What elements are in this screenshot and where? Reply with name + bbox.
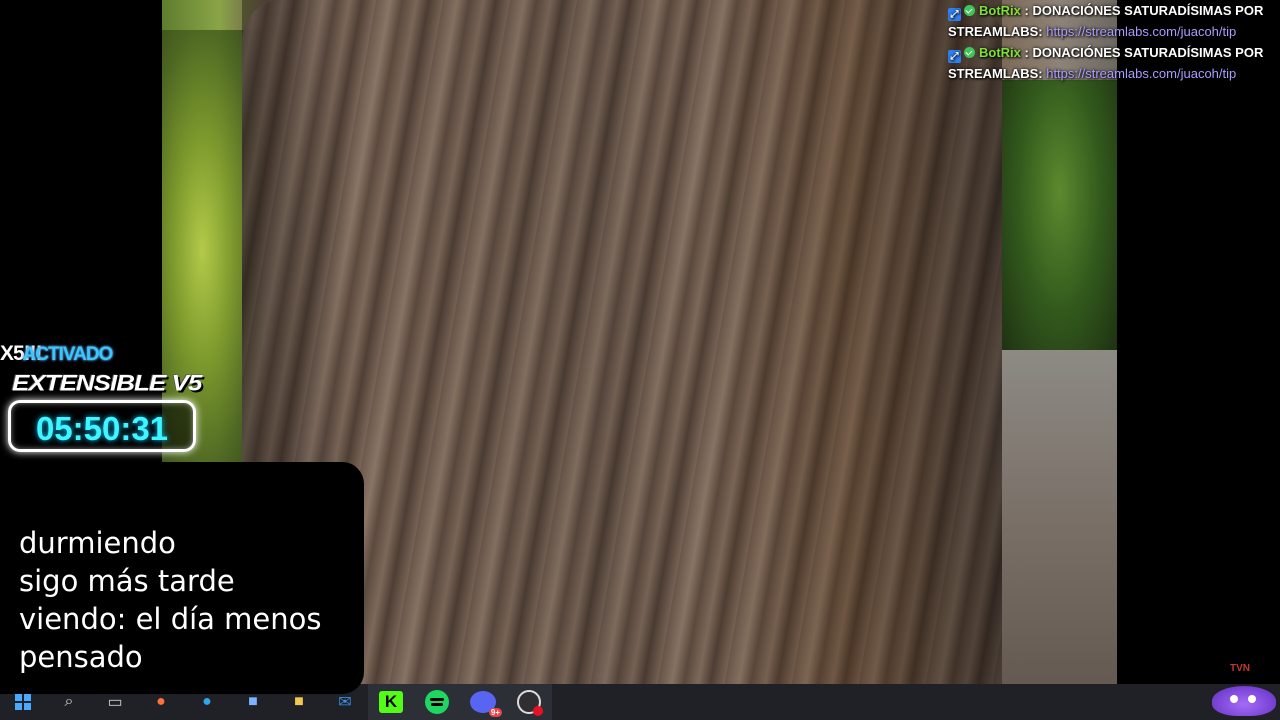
timer-header: X5!!! ACTIVADO [0,342,114,366]
chat-username: BotRix [979,45,1021,60]
status-panel: durmiendo sigo más tarde viendo: el día … [0,462,364,694]
status-line: viendo: el día menos [19,602,322,636]
chat-link[interactable]: https://streamlabs.com/juacoh/tip [1046,66,1236,81]
timer-title: EXTENSIBLE V5 [12,370,202,396]
spotify-icon[interactable] [414,684,460,720]
discord-badge: 9+ [488,708,502,717]
obs-icon[interactable] [506,684,552,720]
channel-logo-icon: TVN [1230,663,1250,674]
timer-status: ACTIVADO [22,344,114,365]
bot-badge-icon: ⤢ [948,8,961,21]
bot-badge-icon: ⤢ [948,50,961,63]
subathon-timer: X5!!! ACTIVADO EXTENSIBLE V5 05:50:31 [0,340,210,460]
chat-message: ⤢ BotRix : DONACIÓNES SATURADÍSIMAS POR S… [948,0,1272,42]
kick-icon[interactable]: K [368,684,414,720]
verified-icon [964,47,975,58]
chat-overlay: ⤢ BotRix : DONACIÓNES SATURADÍSIMAS POR S… [948,0,1272,84]
chat-link[interactable]: https://streamlabs.com/juacoh/tip [1046,24,1236,39]
verified-icon [964,5,975,16]
chat-username: BotRix [979,3,1021,18]
status-line: sigo más tarde [19,564,235,598]
chat-message: ⤢ BotRix : DONACIÓNES SATURADÍSIMAS POR S… [948,42,1272,84]
status-line: durmiendo [19,526,176,560]
timer-box: 05:50:31 [8,400,196,452]
mascot-icon [1212,686,1276,716]
kick-logo: K [379,691,403,713]
rocky-ground [987,350,1117,684]
discord-icon[interactable]: 9+ [460,684,506,720]
timer-value: 05:50:31 [35,410,169,447]
status-line: pensado [19,640,143,674]
foliage-right [1002,80,1117,360]
